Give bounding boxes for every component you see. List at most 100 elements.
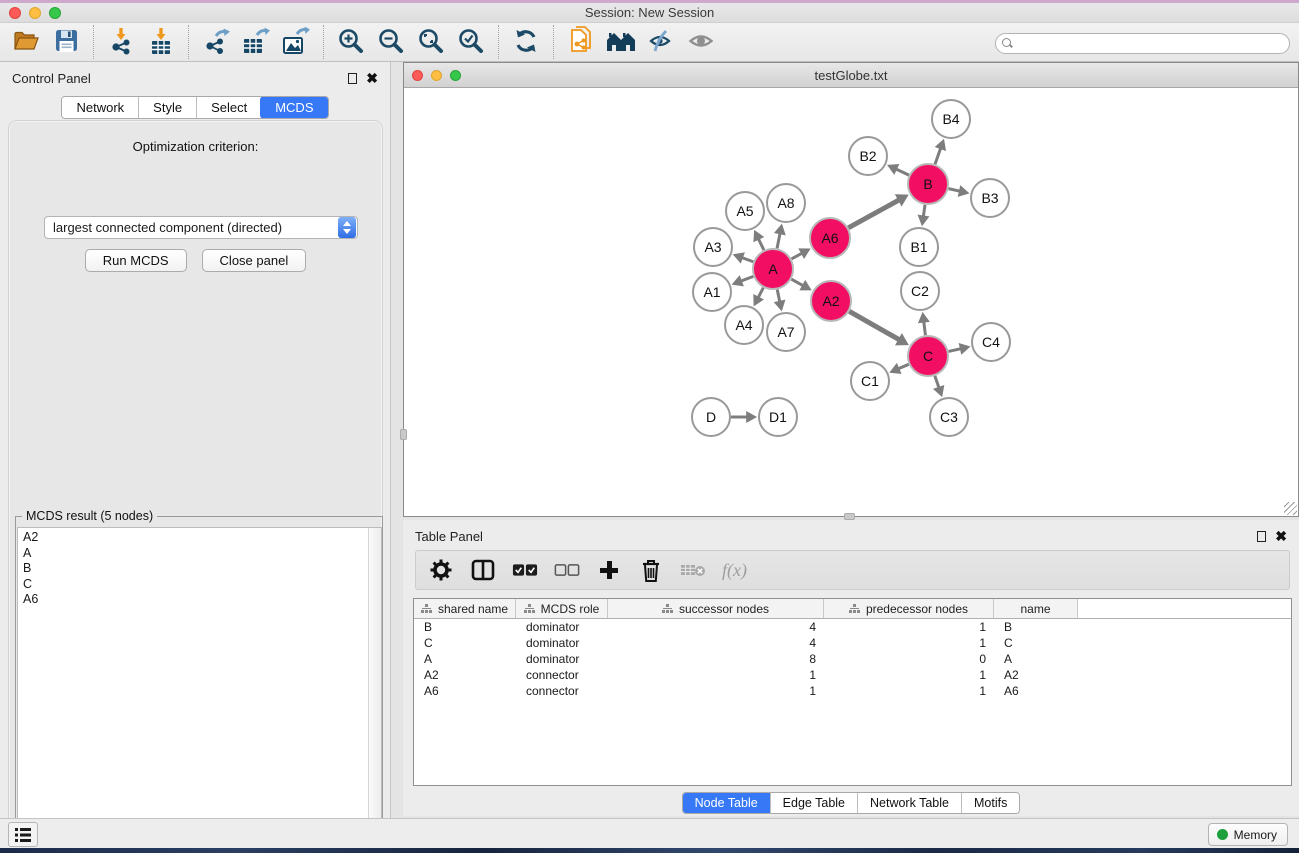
graph-edge[interactable]	[935, 139, 946, 164]
graph-node-A3[interactable]: A3	[694, 228, 732, 266]
graph-node-A2[interactable]: A2	[811, 281, 851, 321]
task-history-button[interactable]	[8, 822, 38, 847]
table-cell[interactable]: 1	[608, 684, 824, 698]
graph-node-D1[interactable]: D1	[759, 398, 797, 436]
graph-node-B1[interactable]: B1	[900, 228, 938, 266]
column-header-MCDS-role[interactable]: MCDS role	[516, 599, 608, 618]
table-cell[interactable]: C	[994, 636, 1078, 650]
tab-mcds[interactable]: MCDS	[260, 96, 328, 119]
graph-edge[interactable]	[774, 224, 786, 249]
table-cell[interactable]: 1	[824, 636, 994, 650]
graph-edge[interactable]	[889, 363, 908, 374]
table-cell[interactable]: 1	[824, 620, 994, 634]
table-cell[interactable]: 0	[824, 652, 994, 666]
mcds-result-item[interactable]: B	[23, 561, 368, 577]
table-cell[interactable]: B	[414, 620, 516, 634]
delete-column-icon[interactable]	[638, 557, 664, 583]
export-network-button[interactable]	[196, 24, 236, 60]
network-graph[interactable]: AA1A2A3A4A5A6A7A8BB1B2B3B4CC1C2C3C4DD1	[404, 88, 1298, 516]
zoom-out-button[interactable]	[371, 24, 411, 60]
graph-node-B2[interactable]: B2	[849, 137, 887, 175]
graph-node-C4[interactable]: C4	[972, 323, 1010, 361]
export-image-button[interactable]	[276, 24, 316, 60]
graph-edge[interactable]	[887, 164, 909, 175]
horizontal-splitter-handle[interactable]	[844, 513, 855, 520]
table-cell[interactable]: dominator	[516, 636, 608, 650]
graph-edge[interactable]	[849, 311, 909, 345]
table-cell[interactable]: dominator	[516, 620, 608, 634]
table-row[interactable]: A6connector11A6	[414, 683, 1291, 699]
table-cell[interactable]: C	[414, 636, 516, 650]
mcds-result-scrollbar[interactable]	[368, 528, 381, 853]
graph-edge[interactable]	[948, 185, 969, 197]
search-field[interactable]	[995, 33, 1290, 54]
column-view-icon[interactable]	[470, 557, 496, 583]
first-neighbors-button[interactable]	[601, 24, 641, 60]
graph-node-A7[interactable]: A7	[767, 313, 805, 351]
table-cell[interactable]: A6	[994, 684, 1078, 698]
table-row[interactable]: Bdominator41B	[414, 619, 1291, 635]
export-table-button[interactable]	[236, 24, 276, 60]
mcds-result-item[interactable]: C	[23, 577, 368, 593]
show-all-button[interactable]	[681, 24, 721, 60]
mcds-result-list[interactable]: A2ABCA6	[18, 528, 368, 853]
mcds-result-item[interactable]: A	[23, 546, 368, 562]
tab-edge-table[interactable]: Edge Table	[770, 793, 857, 813]
table-cell[interactable]: A6	[414, 684, 516, 698]
mcds-result-item[interactable]: A6	[23, 592, 368, 608]
table-cell[interactable]: connector	[516, 668, 608, 682]
search-input[interactable]	[1018, 35, 1289, 52]
tab-node-table[interactable]: Node Table	[682, 792, 771, 814]
network-canvas[interactable]: AA1A2A3A4A5A6A7A8BB1B2B3B4CC1C2C3C4DD1	[404, 88, 1298, 516]
graph-node-A1[interactable]: A1	[693, 273, 731, 311]
vertical-splitter-handle[interactable]	[400, 429, 407, 440]
tab-motifs[interactable]: Motifs	[961, 793, 1019, 813]
graph-edge[interactable]	[774, 290, 786, 312]
network-window-titlebar[interactable]: testGlobe.txt	[404, 63, 1298, 88]
graph-node-C2[interactable]: C2	[901, 272, 939, 310]
tab-network-table[interactable]: Network Table	[857, 793, 961, 813]
function-builder-icon[interactable]: f(x)	[722, 560, 747, 581]
new-network-from-selection-button[interactable]	[561, 24, 601, 60]
graph-node-A6[interactable]: A6	[810, 218, 850, 258]
tab-select[interactable]: Select	[196, 97, 261, 118]
refresh-button[interactable]	[506, 24, 546, 60]
table-cell[interactable]: 8	[608, 652, 824, 666]
graph-edge[interactable]	[918, 205, 930, 226]
graph-node-C3[interactable]: C3	[930, 398, 968, 436]
graph-edge[interactable]	[948, 343, 970, 355]
close-panel-button[interactable]: Close panel	[202, 249, 307, 272]
graph-node-C[interactable]: C	[908, 336, 948, 376]
tab-network[interactable]: Network	[62, 97, 138, 118]
mcds-result-item[interactable]: A2	[23, 530, 368, 546]
table-cell[interactable]: A2	[414, 668, 516, 682]
graph-node-B[interactable]: B	[908, 164, 948, 204]
column-header-name[interactable]: name	[994, 599, 1078, 618]
graph-edge[interactable]	[791, 248, 810, 259]
table-cell[interactable]: B	[994, 620, 1078, 634]
zoom-in-button[interactable]	[331, 24, 371, 60]
table-row[interactable]: Cdominator41C	[414, 635, 1291, 651]
graph-edge[interactable]	[918, 312, 930, 335]
graph-edge[interactable]	[732, 275, 754, 286]
hide-selected-button[interactable]	[641, 24, 681, 60]
graph-node-A4[interactable]: A4	[725, 306, 763, 344]
table-cell[interactable]: 4	[608, 636, 824, 650]
select-all-columns-icon[interactable]	[512, 557, 538, 583]
table-row[interactable]: A2connector11A2	[414, 667, 1291, 683]
import-network-button[interactable]	[101, 24, 141, 60]
table-cell[interactable]: 4	[608, 620, 824, 634]
graph-edge[interactable]	[753, 230, 764, 250]
table-cell[interactable]: 1	[608, 668, 824, 682]
graph-node-A8[interactable]: A8	[767, 184, 805, 222]
graph-edge[interactable]	[733, 252, 754, 263]
table-cell[interactable]: dominator	[516, 652, 608, 666]
save-session-button[interactable]	[46, 24, 86, 60]
table-cell[interactable]: A2	[994, 668, 1078, 682]
zoom-fit-button[interactable]	[411, 24, 451, 60]
graph-edge[interactable]	[848, 194, 908, 228]
column-header-successor-nodes[interactable]: successor nodes	[608, 599, 824, 618]
graph-node-A[interactable]: A	[753, 249, 793, 289]
column-header-shared-name[interactable]: shared name	[414, 599, 516, 618]
graph-node-C1[interactable]: C1	[851, 362, 889, 400]
